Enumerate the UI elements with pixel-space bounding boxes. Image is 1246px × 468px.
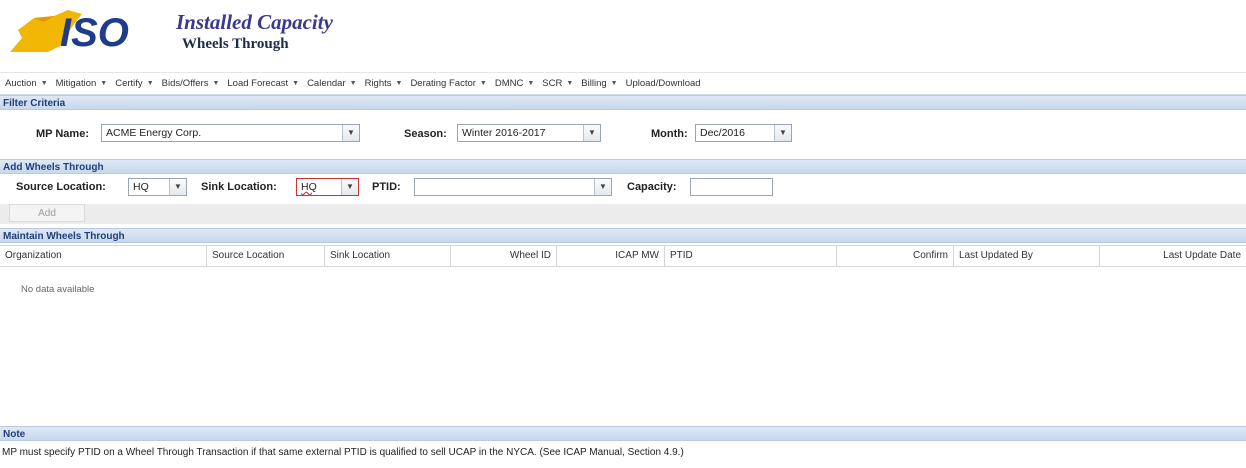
menu-item-derating-factor[interactable]: Derating Factor ▼ [410,78,486,89]
mp-name-select[interactable]: ACME Energy Corp. ▼ [101,124,360,142]
sink-location-select[interactable]: HQ ▼ [296,178,359,196]
menu-item-certify[interactable]: Certify ▼ [115,78,153,89]
sink-location-label: Sink Location: [201,181,277,193]
menu-item-label: Mitigation [55,77,97,89]
nyiso-logo: ISO [10,10,129,55]
main-menu: Auction ▼ Mitigation ▼ Certify ▼ Bids/Offers ▼ L… [0,72,1246,95]
column-header-confirm[interactable]: Confirm [837,246,954,266]
add-button[interactable]: Add [9,204,85,222]
grid-body [0,267,1246,422]
caret-down-icon: ▼ [610,79,618,87]
empty-grid-message: No data available [21,284,95,295]
note-text: MP must specify PTID on a Wheel Through … [2,447,684,458]
sink-location-value: HQ [301,181,317,193]
chevron-down-icon[interactable]: ▼ [341,179,358,195]
chevron-down-icon[interactable]: ▼ [583,125,600,141]
menu-item-label: Upload/Download [625,77,701,89]
menu-item-label: DMNC [494,77,524,89]
menu-list: Auction ▼ Mitigation ▼ Certify ▼ Bids/Offers ▼ L… [0,72,1246,94]
caret-down-icon: ▼ [146,79,154,87]
column-header-sink-location[interactable]: Sink Location [325,246,451,266]
page-subtitle: Wheels Through [182,36,289,52]
column-header-source-location[interactable]: Source Location [207,246,325,266]
chevron-down-icon[interactable]: ▼ [169,179,186,195]
mp-name-label: MP Name: [36,128,89,140]
menu-item-label: SCR [542,77,563,89]
menu-item-calendar[interactable]: Calendar ▼ [307,78,357,89]
caret-down-icon: ▼ [40,79,48,87]
column-header-wheel-id[interactable]: Wheel ID [451,246,557,266]
season-value: Winter 2016-2017 [462,127,546,139]
ptid-label: PTID: [372,181,401,193]
capacity-label: Capacity: [627,181,677,193]
menu-item-label: Bids/Offers [161,77,209,89]
menu-item-dmnc[interactable]: DMNC ▼ [495,78,534,89]
menu-item-label: Certify [115,77,143,89]
caret-down-icon: ▼ [212,79,220,87]
menu-item-mitigation[interactable]: Mitigation ▼ [56,78,108,89]
season-label: Season: [404,128,447,140]
column-header-last-update-date[interactable]: Last Update Date [1100,246,1246,266]
menu-item-label: Auction [5,77,37,89]
source-location-label: Source Location: [16,181,106,193]
menu-item-scr[interactable]: SCR ▼ [542,78,573,89]
menu-item-auction[interactable]: Auction ▼ [5,78,48,89]
caret-down-icon: ▼ [292,79,300,87]
season-select[interactable]: Winter 2016-2017 ▼ [457,124,601,142]
menu-item-label: Calendar [307,77,346,89]
column-header-icap-mw[interactable]: ICAP MW [557,246,665,266]
capacity-input[interactable] [690,178,773,196]
app-title: Installed Capacity [176,10,333,34]
note-header: Note [0,426,1246,441]
caret-down-icon: ▼ [527,79,535,87]
chevron-down-icon[interactable]: ▼ [594,179,611,195]
month-value: Dec/2016 [700,127,745,139]
source-location-value: HQ [133,181,149,193]
column-header-ptid[interactable]: PTID [665,246,837,266]
menu-item-label: Billing [581,77,607,89]
caret-down-icon: ▼ [100,79,108,87]
logo-text: ISO [60,11,129,55]
filter-criteria-header: Filter Criteria [0,95,1246,110]
menu-item-label: Derating Factor [410,77,476,89]
menu-item-upload-download[interactable]: Upload/Download [626,78,701,89]
caret-down-icon: ▼ [566,79,574,87]
chevron-down-icon[interactable]: ▼ [774,125,791,141]
month-label: Month: [651,128,688,140]
app-header: ISO Installed Capacity Wheels Through [0,0,1246,73]
column-header-last-updated-by[interactable]: Last Updated By [954,246,1100,266]
menu-item-load-forecast[interactable]: Load Forecast ▼ [227,78,299,89]
menu-item-bids-offers[interactable]: Bids/Offers ▼ [162,78,220,89]
maintain-wheels-through-header: Maintain Wheels Through [0,228,1246,243]
caret-down-icon: ▼ [395,79,403,87]
menu-item-billing[interactable]: Billing ▼ [581,78,617,89]
menu-item-label: Load Forecast [227,77,289,89]
mp-name-value: ACME Energy Corp. [106,127,202,139]
button-bar [0,204,1246,224]
chevron-down-icon[interactable]: ▼ [342,125,359,141]
caret-down-icon: ▼ [349,79,357,87]
grid-header-row: Organization Source Location Sink Locati… [0,245,1246,267]
column-header-organization[interactable]: Organization [0,246,207,266]
month-select[interactable]: Dec/2016 ▼ [695,124,792,142]
source-location-select[interactable]: HQ ▼ [128,178,187,196]
page: ISO Installed Capacity Wheels Through Au… [0,0,1246,468]
menu-item-label: Rights [364,77,392,89]
caret-down-icon: ▼ [479,79,487,87]
ptid-select[interactable]: ▼ [414,178,612,196]
add-wheels-through-header: Add Wheels Through [0,159,1246,174]
menu-item-rights[interactable]: Rights ▼ [365,78,403,89]
